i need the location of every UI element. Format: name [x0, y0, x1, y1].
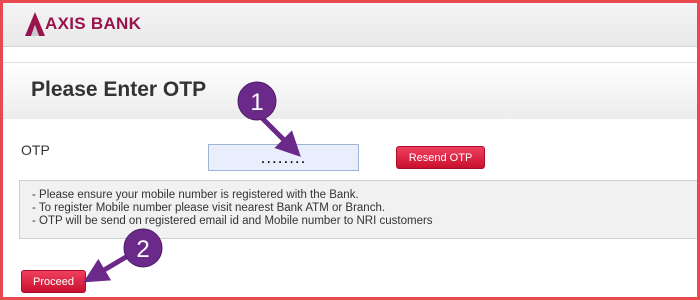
resend-otp-button[interactable]: Resend OTP	[396, 146, 485, 169]
annotation-arrow-2	[83, 254, 128, 283]
bank-brand-name: AXIS BANK	[45, 14, 142, 33]
page-title-band: Please Enter OTP	[3, 62, 697, 119]
annotation-number-2: 2	[136, 236, 149, 263]
info-notes-box: - Please ensure your mobile number is re…	[19, 180, 700, 239]
info-note: - Please ensure your mobile number is re…	[32, 189, 359, 201]
info-note: - To register Mobile number please visit…	[32, 202, 386, 214]
page-title: Please Enter OTP	[31, 78, 207, 101]
info-note: - OTP will be send on registered email i…	[32, 215, 433, 227]
axis-bank-logo-icon	[25, 12, 45, 36]
top-header-bar: AXIS BANK	[3, 3, 697, 47]
otp-label: OTP	[21, 142, 50, 158]
otp-input[interactable]	[208, 144, 359, 171]
proceed-button[interactable]: Proceed	[21, 270, 86, 293]
